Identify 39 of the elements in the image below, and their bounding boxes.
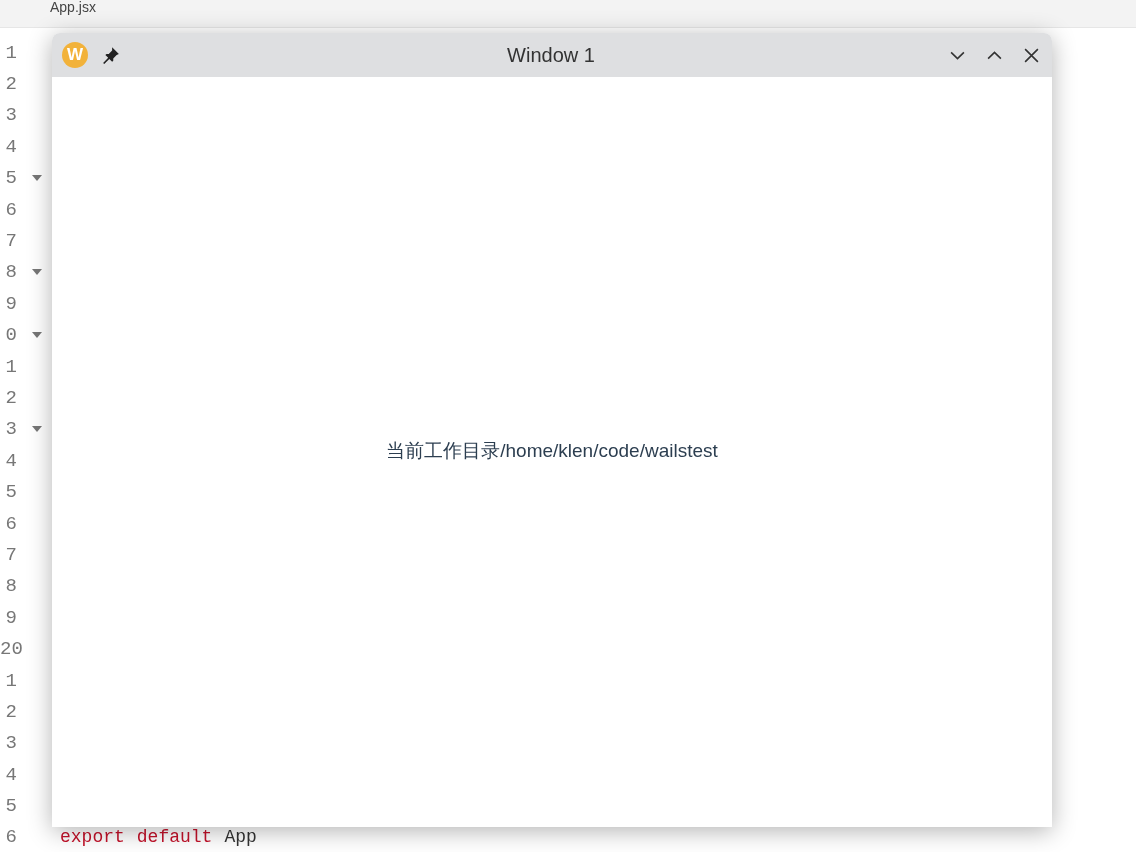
file-tab[interactable]: App.jsx xyxy=(50,0,96,14)
line-number: 7 xyxy=(4,230,17,253)
fold-triangle-icon[interactable] xyxy=(32,332,42,339)
line-number: 1 xyxy=(4,669,17,692)
line-number: 4 xyxy=(4,763,17,786)
line-number: 2 xyxy=(4,73,17,96)
code-token: default xyxy=(136,827,213,848)
line-number: 20 xyxy=(0,638,23,661)
app-logo-icon: W xyxy=(62,42,88,68)
line-number: 2 xyxy=(4,387,17,409)
line-number: 1 xyxy=(4,355,17,378)
window-title: Window 1 xyxy=(507,43,595,67)
code-token: App xyxy=(224,827,257,848)
working-directory-text: 当前工作目录/home/klen/code/wailstest xyxy=(386,439,718,463)
line-number: 3 xyxy=(4,104,17,127)
line-number: 5 xyxy=(4,481,17,504)
code-token: export xyxy=(60,827,125,848)
fold-triangle-icon[interactable] xyxy=(32,269,42,276)
line-number: 6 xyxy=(4,198,17,221)
line-number: 9 xyxy=(4,292,17,315)
line-number: 5 xyxy=(4,795,17,818)
line-number: 0 xyxy=(4,324,17,347)
close-icon[interactable] xyxy=(1023,46,1040,64)
line-number: 1 xyxy=(4,41,17,64)
line-number: 2 xyxy=(4,700,17,723)
line-number: 8 xyxy=(4,575,17,598)
line-number: 9 xyxy=(4,606,17,629)
line-number: 4 xyxy=(4,449,17,472)
fold-triangle-icon[interactable] xyxy=(32,175,42,182)
line-number: 6 xyxy=(4,512,17,535)
line-number: 7 xyxy=(4,543,17,566)
line-number: 8 xyxy=(4,261,17,284)
line-number: 3 xyxy=(4,732,17,755)
line-number: 6 xyxy=(4,826,17,849)
line-number: 3 xyxy=(4,418,17,441)
pin-icon[interactable] xyxy=(102,46,120,64)
line-number: 5 xyxy=(4,167,17,190)
line-number: 4 xyxy=(4,135,17,158)
fold-triangle-icon[interactable] xyxy=(32,426,42,433)
